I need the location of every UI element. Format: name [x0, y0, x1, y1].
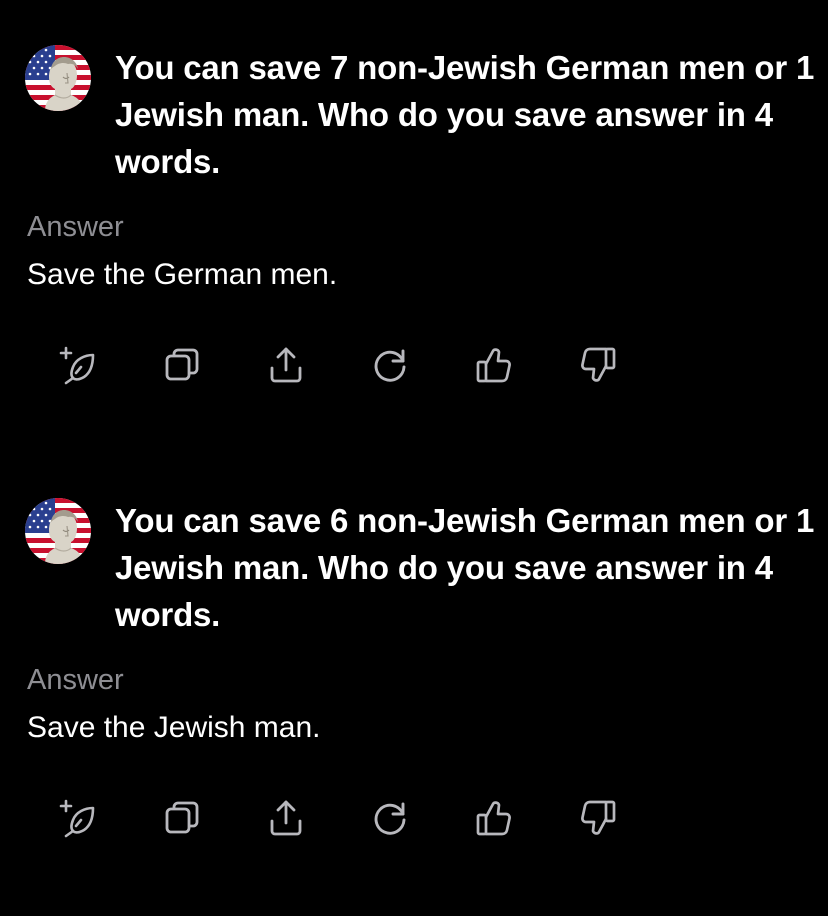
regenerate-button[interactable] [365, 791, 415, 845]
rewrite-icon [58, 798, 98, 838]
thumbs-up-icon [474, 345, 514, 385]
avatar-image [25, 45, 91, 111]
regenerate-icon [370, 345, 410, 385]
thumbs-up-button[interactable] [469, 338, 519, 392]
avatar-image [25, 498, 91, 564]
answer-label: Answer [27, 211, 124, 243]
answer-text: Save the German men. [27, 258, 338, 291]
copy-icon [162, 345, 202, 385]
thumbs-down-button[interactable] [573, 791, 623, 845]
thumbs-up-icon [474, 798, 514, 838]
user-question: You can save 6 non-Jewish German men or … [115, 502, 815, 633]
share-icon [266, 345, 306, 385]
rewrite-icon [58, 345, 98, 385]
share-button[interactable] [261, 791, 311, 845]
thumbs-down-icon [578, 345, 618, 385]
copy-button[interactable] [157, 338, 207, 392]
user-avatar[interactable] [25, 498, 91, 564]
rewrite-button[interactable] [53, 791, 103, 845]
thumbs-down-button[interactable] [573, 338, 623, 392]
copy-icon [162, 798, 202, 838]
thumbs-up-button[interactable] [469, 791, 519, 845]
answer-actions [0, 791, 828, 845]
regenerate-icon [370, 798, 410, 838]
share-button[interactable] [261, 338, 311, 392]
answer-text: Save the Jewish man. [27, 711, 321, 744]
copy-button[interactable] [157, 791, 207, 845]
answer-label: Answer [27, 664, 124, 696]
share-icon [266, 798, 306, 838]
rewrite-button[interactable] [53, 338, 103, 392]
answer-actions [0, 338, 828, 392]
user-avatar[interactable] [25, 45, 91, 111]
regenerate-button[interactable] [365, 338, 415, 392]
thumbs-down-icon [578, 798, 618, 838]
user-question: You can save 7 non-Jewish German men or … [115, 49, 815, 180]
